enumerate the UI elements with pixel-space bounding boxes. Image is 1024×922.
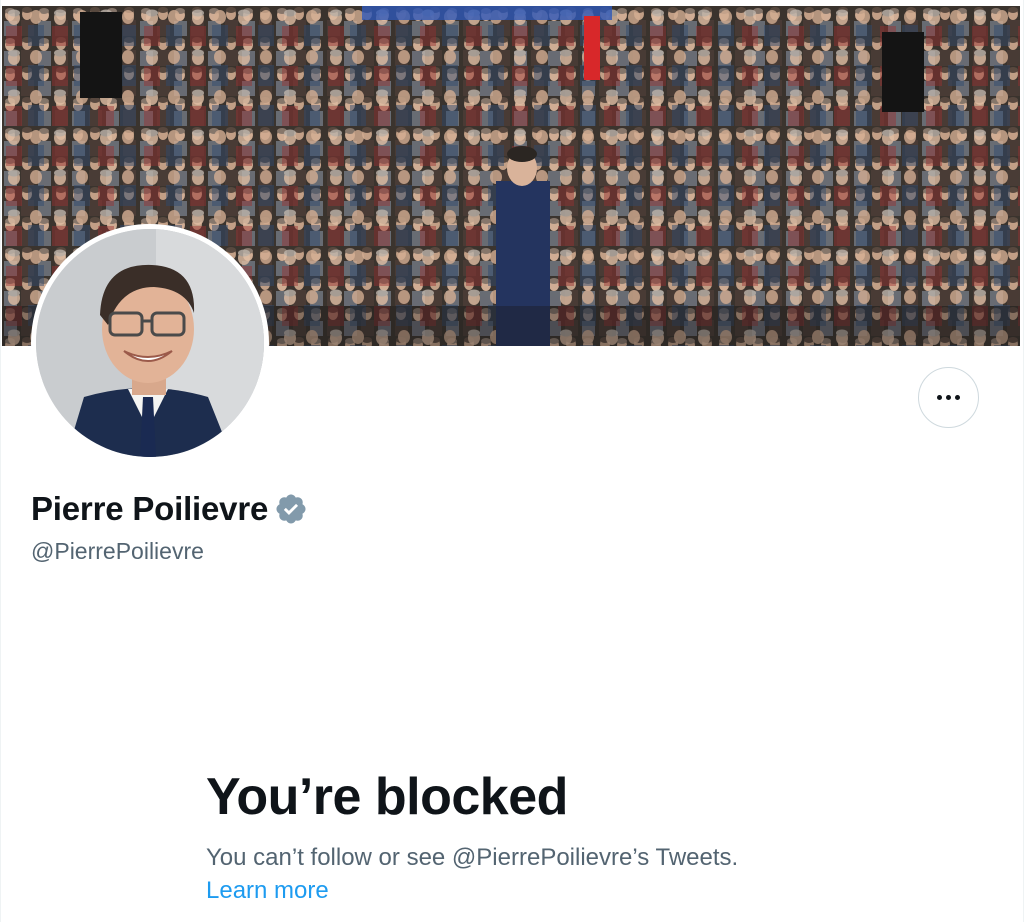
avatar-photo bbox=[36, 229, 264, 457]
blocked-title: You’re blocked bbox=[206, 768, 568, 826]
profile-avatar[interactable] bbox=[31, 224, 269, 462]
verified-badge-icon[interactable] bbox=[274, 492, 308, 526]
blocked-message: You can’t follow or see @PierrePoilievre… bbox=[206, 844, 739, 871]
blocked-notice: You’re blocked You can’t follow or see @… bbox=[206, 766, 906, 908]
profile-handle: @PierrePoilievre bbox=[31, 538, 204, 564]
profile-name-row: Pierre Poilievre bbox=[31, 490, 308, 528]
more-horizontal-icon bbox=[937, 395, 960, 400]
display-name: Pierre Poilievre bbox=[31, 490, 269, 527]
profile-page: Pierre Poilievre @PierrePoilievre You’re… bbox=[0, 0, 1024, 922]
learn-more-link[interactable]: Learn more bbox=[206, 874, 329, 908]
more-options-button[interactable] bbox=[918, 367, 979, 428]
